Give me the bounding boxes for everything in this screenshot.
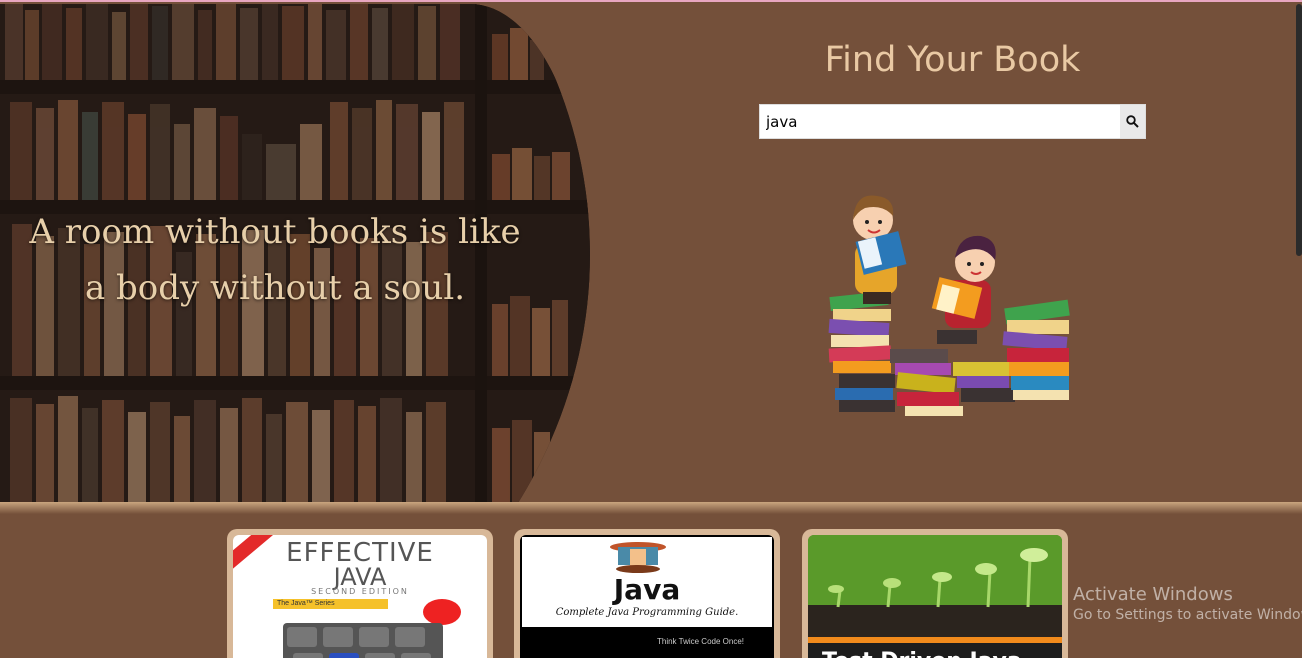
book-cover: EFFECTIVE JAVA SECOND EDITION The Java™ … <box>233 535 487 658</box>
search-bar <box>759 104 1146 139</box>
section-divider <box>0 502 1302 514</box>
book-card[interactable]: Test Driven Java <box>802 529 1068 658</box>
search-icon <box>1126 115 1139 128</box>
book-subtitle: Complete Java Programming Guide. <box>555 607 739 618</box>
search-button[interactable] <box>1120 105 1145 138</box>
cover-keyboard-art <box>283 623 443 658</box>
quote-line-2: a body without a soul. <box>84 268 466 308</box>
book-title: Test Driven Java <box>822 649 1022 658</box>
activate-windows-watermark: Activate Windows Go to Settings to activ… <box>1073 584 1302 623</box>
kids-reading-illustration <box>828 195 1070 416</box>
book-edition: SECOND EDITION <box>311 587 409 596</box>
coffee-cup-icon <box>610 542 666 573</box>
quote-line-1: A room without books is like <box>29 212 521 252</box>
watermark-line-1: Activate Windows <box>1073 584 1233 605</box>
book-cover: Java Complete Java Programming Guide. Th… <box>520 535 774 658</box>
watermark-line-2: Go to Settings to activate Windows. <box>1073 607 1302 623</box>
search-heading: Find Your Book <box>824 40 1081 80</box>
book-title-line-2: JAVA <box>333 563 387 591</box>
page-scrollbar[interactable] <box>1296 4 1302 256</box>
seedlings-art <box>808 535 1062 637</box>
search-input[interactable] <box>760 105 1120 138</box>
book-title-line-1: EFFECTIVE <box>286 538 434 568</box>
book-results: EFFECTIVE JAVA SECOND EDITION The Java™ … <box>227 529 1077 658</box>
book-card[interactable]: Java Complete Java Programming Guide. Th… <box>514 529 780 658</box>
book-cover: Test Driven Java <box>808 535 1062 658</box>
cover-badge <box>423 599 461 625</box>
hero-quote: A room without books is like a body with… <box>20 204 530 316</box>
book-title: Java <box>613 573 681 606</box>
book-tagline: Think Twice Code Once! <box>656 637 744 646</box>
hero-section: A room without books is like a body with… <box>0 4 1302 504</box>
book-series: The Java™ Series <box>273 599 388 609</box>
book-card[interactable]: EFFECTIVE JAVA SECOND EDITION The Java™ … <box>227 529 493 658</box>
